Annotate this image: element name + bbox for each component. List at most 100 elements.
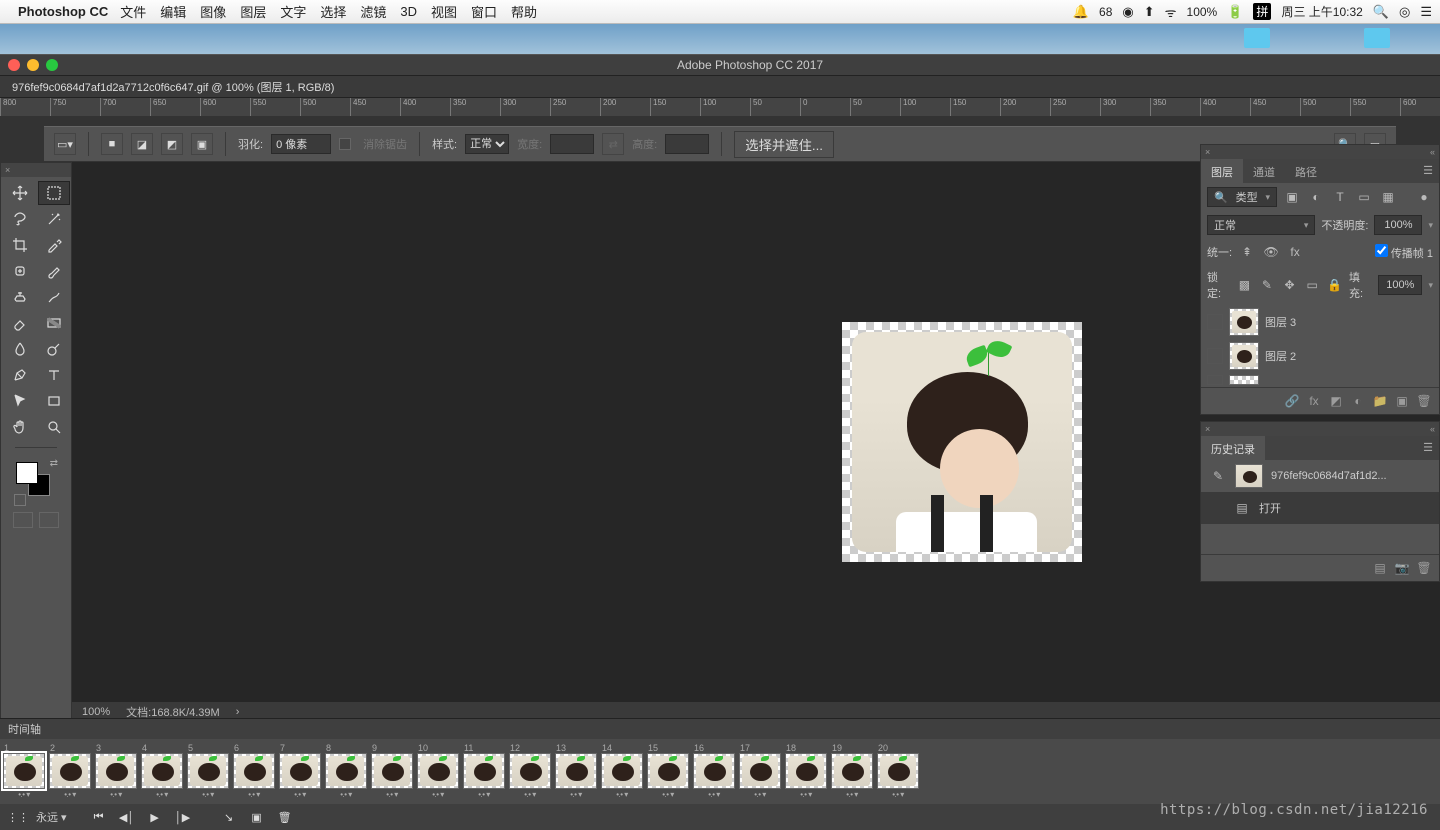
snapshot-icon[interactable]: 📷 xyxy=(1393,559,1411,577)
menu-file[interactable]: 文件 xyxy=(120,2,146,21)
timeline-frame[interactable]: 19•.• ▾ xyxy=(830,743,874,800)
create-doc-icon[interactable]: ▤ xyxy=(1371,559,1389,577)
menu-type[interactable]: 文字 xyxy=(280,2,306,21)
window-close-button[interactable] xyxy=(8,59,20,71)
eraser-tool[interactable] xyxy=(4,311,36,335)
duplicate-frame-icon[interactable]: ▣ xyxy=(247,808,267,826)
menu-3d[interactable]: 3D xyxy=(400,4,417,19)
mask-icon[interactable]: ◩ xyxy=(1327,392,1345,410)
rectangle-tool[interactable] xyxy=(38,389,70,413)
menu-image[interactable]: 图像 xyxy=(200,2,226,21)
timeline-frame[interactable]: 2•.• ▾ xyxy=(48,743,92,800)
tween-icon[interactable]: ↘ xyxy=(219,808,239,826)
network-icon[interactable]: ⬆ xyxy=(1144,4,1155,20)
menubar-list-icon[interactable]: ☰ xyxy=(1420,4,1432,20)
menu-edit[interactable]: 编辑 xyxy=(160,2,186,21)
timeline-frame[interactable]: 11•.• ▾ xyxy=(462,743,506,800)
lock-artboard-icon[interactable]: ▭ xyxy=(1304,276,1321,294)
tab-channels[interactable]: 通道 xyxy=(1243,159,1285,183)
timeline-frame[interactable]: 10•.• ▾ xyxy=(416,743,460,800)
next-frame-icon[interactable]: │▶ xyxy=(173,808,193,826)
panel-collapse-icon[interactable]: « xyxy=(1430,424,1435,434)
new-layer-icon[interactable]: ▣ xyxy=(1393,392,1411,410)
layer-item[interactable]: 图层 2 xyxy=(1201,339,1439,373)
timeline-frame[interactable]: 5•.• ▾ xyxy=(186,743,230,800)
history-snapshot[interactable]: ✎ 976fef9c0684d7af1d2... xyxy=(1201,460,1439,492)
selection-intersect-icon[interactable]: ▣ xyxy=(191,133,213,155)
style-select[interactable]: 正常 xyxy=(465,134,509,154)
marquee-tool[interactable] xyxy=(38,181,70,205)
layer-thumbnail[interactable] xyxy=(1229,308,1259,336)
timeline-frame[interactable]: 1•.• ▾ xyxy=(2,743,46,800)
docinfo-flyout-icon[interactable]: › xyxy=(236,706,240,718)
opacity-chevron-icon[interactable]: ▾ xyxy=(1428,220,1433,231)
first-frame-icon[interactable]: ⏮ xyxy=(89,808,109,826)
selection-add-icon[interactable]: ◪ xyxy=(131,133,153,155)
lock-all-icon[interactable]: 🔒 xyxy=(1326,276,1343,294)
timeline-frame[interactable]: 12•.• ▾ xyxy=(508,743,552,800)
propagate-frame-checkbox[interactable] xyxy=(1375,244,1388,257)
unify-visibility-icon[interactable]: 👁 xyxy=(1262,243,1280,261)
path-selection-tool[interactable] xyxy=(4,389,36,413)
timeline-frame[interactable]: 18•.• ▾ xyxy=(784,743,828,800)
select-and-mask-button[interactable]: 选择并遮住... xyxy=(734,131,834,158)
panel-close-icon[interactable]: × xyxy=(1205,424,1210,434)
tab-paths[interactable]: 路径 xyxy=(1285,159,1327,183)
timeline-frame[interactable]: 8•.• ▾ xyxy=(324,743,368,800)
timeline-frame[interactable]: 17•.• ▾ xyxy=(738,743,782,800)
timeline-frame[interactable]: 7•.• ▾ xyxy=(278,743,322,800)
panel-menu-icon[interactable]: ☰ xyxy=(1417,436,1439,460)
notification-icon[interactable]: 🔔 xyxy=(1073,4,1089,20)
color-swatches[interactable]: ⇄ xyxy=(14,460,58,506)
filter-smart-icon[interactable]: ▦ xyxy=(1379,188,1397,206)
unify-style-icon[interactable]: fx xyxy=(1286,243,1304,261)
hand-tool[interactable] xyxy=(4,415,36,439)
desktop-folder[interactable] xyxy=(1364,28,1390,48)
zoom-tool[interactable] xyxy=(38,415,70,439)
tool-preset-icon[interactable]: ▭▾ xyxy=(54,133,76,155)
layer-name[interactable]: 图层 2 xyxy=(1265,348,1296,364)
selection-subtract-icon[interactable]: ◩ xyxy=(161,133,183,155)
adjustment-icon[interactable]: ◐ xyxy=(1349,392,1367,410)
history-brush-source-icon[interactable]: ✎ xyxy=(1209,467,1227,485)
timeline-frame[interactable]: 9•.• ▾ xyxy=(370,743,414,800)
timeline-frame[interactable]: 3•.• ▾ xyxy=(94,743,138,800)
history-brush-tool[interactable] xyxy=(38,285,70,309)
lock-transparency-icon[interactable]: ▩ xyxy=(1236,276,1253,294)
selection-new-icon[interactable]: ■ xyxy=(101,133,123,155)
menu-window[interactable]: 窗口 xyxy=(471,2,497,21)
filter-type-icon[interactable]: T xyxy=(1331,188,1349,206)
window-minimize-button[interactable] xyxy=(27,59,39,71)
fx-icon[interactable]: fx xyxy=(1305,392,1323,410)
panel-collapse-icon[interactable]: « xyxy=(1430,147,1435,157)
fill-input[interactable]: 100% xyxy=(1378,275,1422,295)
window-zoom-button[interactable] xyxy=(46,59,58,71)
pen-tool[interactable] xyxy=(4,363,36,387)
menu-help[interactable]: 帮助 xyxy=(511,2,537,21)
timeline-frame[interactable]: 13•.• ▾ xyxy=(554,743,598,800)
panel-menu-icon[interactable]: ☰ xyxy=(1417,159,1439,183)
filter-image-icon[interactable]: ▣ xyxy=(1283,188,1301,206)
menu-layer[interactable]: 图层 xyxy=(240,2,266,21)
zoom-level[interactable]: 100% xyxy=(82,706,110,718)
eyedropper-tool[interactable] xyxy=(38,233,70,257)
layer-visibility-icon[interactable] xyxy=(1207,348,1223,364)
timeline-frame[interactable]: 14•.• ▾ xyxy=(600,743,644,800)
blur-tool[interactable] xyxy=(4,337,36,361)
input-method-icon[interactable]: 拼 xyxy=(1253,3,1271,20)
unify-position-icon[interactable]: ⇞ xyxy=(1238,243,1256,261)
fill-chevron-icon[interactable]: ▾ xyxy=(1428,280,1433,291)
history-entry[interactable]: ▤ 打开 xyxy=(1201,492,1439,524)
filter-shape-icon[interactable]: ▭ xyxy=(1355,188,1373,206)
filter-toggle-icon[interactable]: ● xyxy=(1415,188,1433,206)
document-tab[interactable]: 976fef9c0684d7af1d2a7712c0f6c647.gif @ 1… xyxy=(0,76,1440,98)
tab-history[interactable]: 历史记录 xyxy=(1201,436,1265,460)
wechat-icon[interactable]: ◉ xyxy=(1122,4,1133,20)
siri-icon[interactable]: ◎ xyxy=(1399,4,1410,20)
gradient-tool[interactable] xyxy=(38,311,70,335)
layer-name[interactable]: 图层 3 xyxy=(1265,314,1296,330)
menu-filter[interactable]: 滤镜 xyxy=(360,2,386,21)
artboard[interactable] xyxy=(842,322,1082,562)
crop-tool[interactable] xyxy=(4,233,36,257)
layer-item[interactable]: 图层 3 xyxy=(1201,305,1439,339)
